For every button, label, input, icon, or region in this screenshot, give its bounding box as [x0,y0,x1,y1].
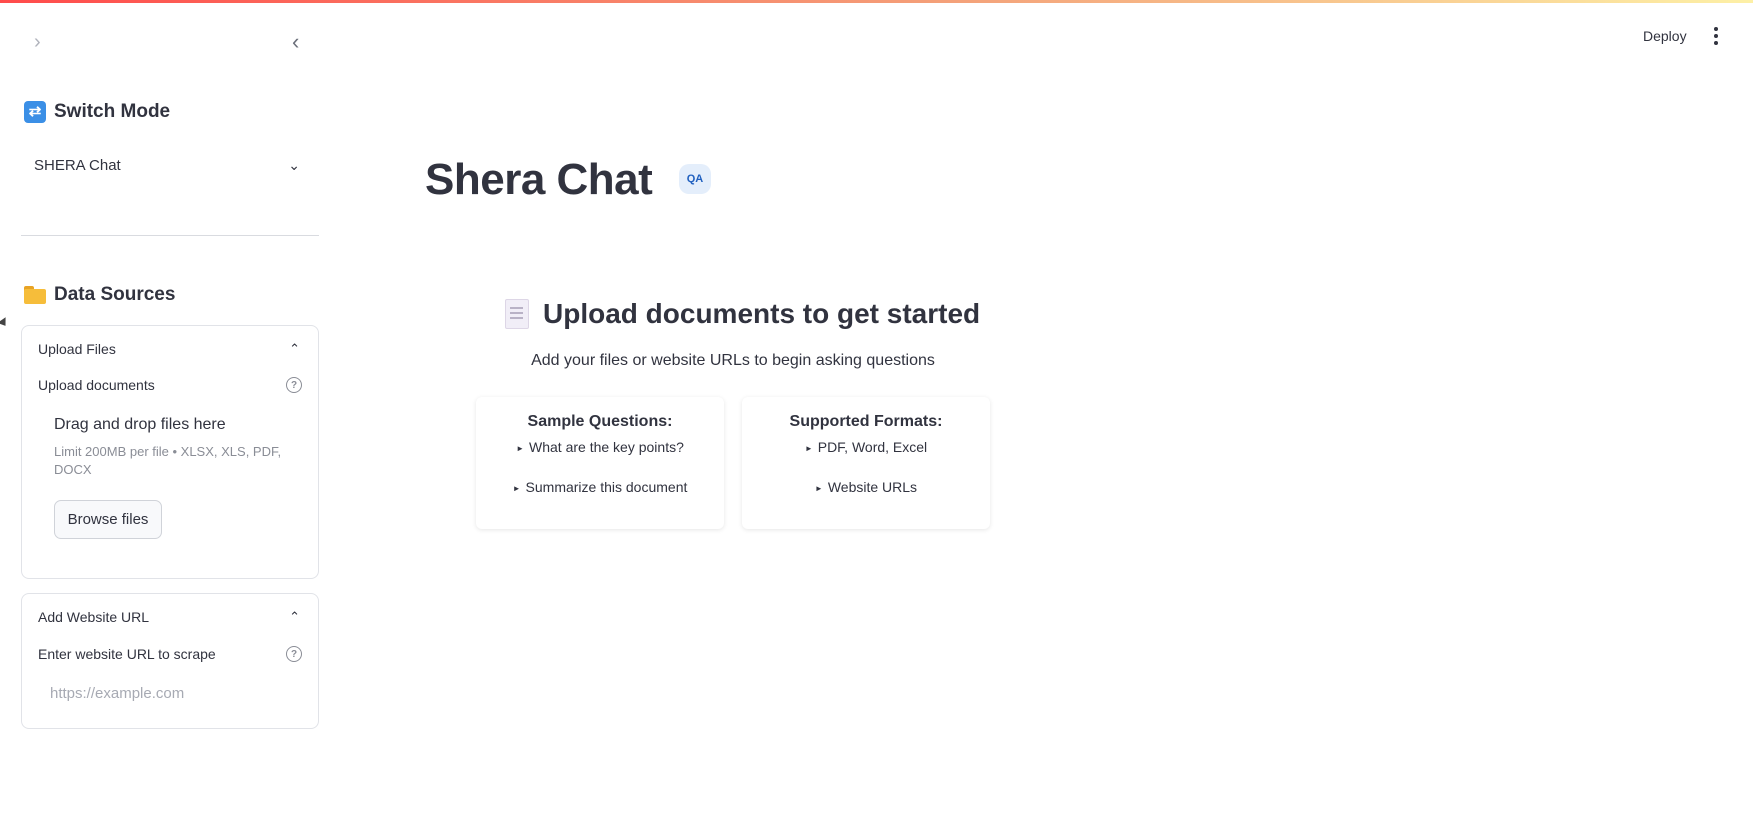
card-title: Supported Formats: [789,413,943,430]
upload-heading: Upload documents to get started [505,298,980,330]
upload-documents-label: Upload documents ? [38,375,302,395]
sample-questions-card: Sample Questions: ► What are the key poin… [476,397,724,529]
website-url-label-text: Enter website URL to scrape [38,646,216,662]
page-title: Shera Chat [425,155,653,204]
chevron-down-icon: ⌄ [288,156,300,173]
data-sources-title: Data Sources [54,284,176,305]
upload-files-expander-title: Upload Files [38,341,116,357]
folder-icon [24,286,46,304]
data-sources-heading: Data Sources [24,284,175,306]
list-item: ► What are the key points? [516,439,684,455]
help-icon[interactable]: ? [286,646,302,662]
document-icon [505,299,529,329]
card-title: Sample Questions: [527,413,673,430]
website-url-expander: Add Website URL ⌃ Enter website URL to s… [21,593,319,729]
upload-documents-label-text: Upload documents [38,377,155,393]
sidebar: › ‹ ⇄ Switch Mode SHERA Chat ⌄ Data Sour… [0,3,335,833]
dropzone-title: Drag and drop files here [54,416,226,433]
website-url-label: Enter website URL to scrape ? [38,644,302,664]
upload-heading-text: Upload documents to get started [543,298,981,329]
switch-mode-heading: ⇄ Switch Mode [24,101,170,123]
help-icon[interactable]: ? [286,377,302,393]
list-item: ► Website URLs [814,479,918,495]
list-item: ► PDF, Word, Excel [804,439,928,455]
upload-files-expander: Upload Files ⌃ Upload documents ? Drag a… [21,325,319,579]
mode-select-value: SHERA Chat [34,156,121,174]
shuffle-icon: ⇄ [24,101,46,123]
dropzone-limit: Limit 200MB per file • XLSX, XLS, PDF, D… [54,444,282,477]
main-menu-icon[interactable] [1708,24,1724,48]
mode-select[interactable]: SHERA Chat ⌄ [22,146,312,184]
website-url-expander-title: Add Website URL [38,609,150,625]
list-item: ► Summarize this document [512,479,688,495]
switch-mode-title: Switch Mode [54,101,171,122]
sidebar-divider [21,235,319,236]
upload-files-expander-header[interactable]: Upload Files ⌃ [38,338,300,360]
browse-files-button[interactable]: Browse files [54,500,162,539]
mode-badge: QA [679,164,711,194]
chevron-right-icon[interactable]: › [34,31,41,54]
supported-formats-card: Supported Formats: ► PDF, Word, Excel ► We… [742,397,990,529]
upload-subtitle: Add your files or website URLs to begin … [531,352,935,369]
website-url-expander-header[interactable]: Add Website URL ⌃ [38,606,300,628]
website-url-input[interactable] [38,674,302,712]
collapse-sidebar-button[interactable]: ‹ [292,29,299,55]
chevron-up-icon: ⌃ [289,609,300,624]
chevron-up-icon: ⌃ [289,341,300,356]
file-dropzone[interactable]: Drag and drop files here Limit 200MB per… [38,406,302,539]
deploy-button[interactable]: Deploy [1643,28,1687,44]
